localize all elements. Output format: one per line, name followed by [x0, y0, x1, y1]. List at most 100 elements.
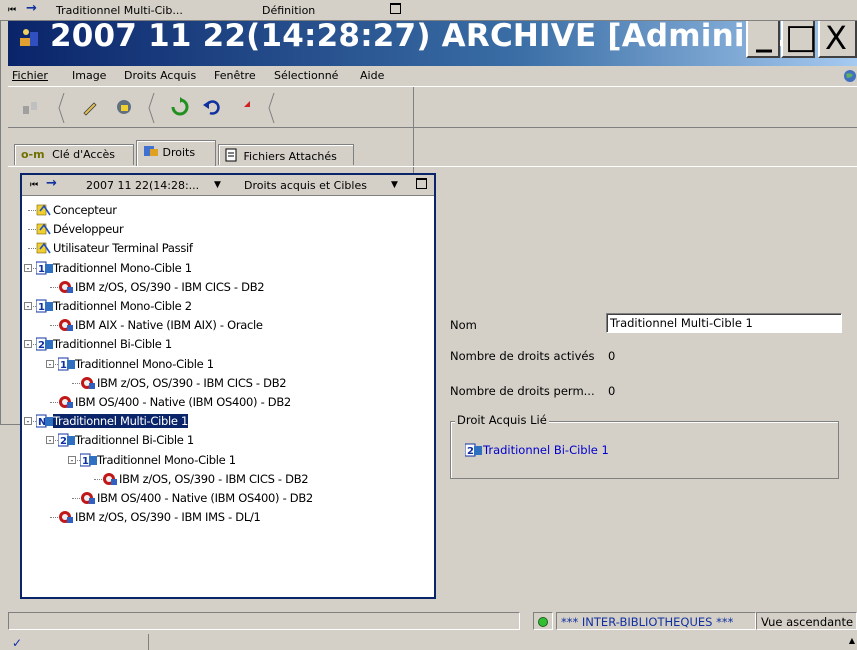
- tree-node-label: Traditionnel Mono-Cible 1: [53, 260, 192, 275]
- maximize-panel-icon[interactable]: [390, 3, 401, 14]
- right-header-title: Traditionnel Multi-Cib...: [56, 4, 183, 17]
- svg-text:1: 1: [60, 360, 67, 371]
- library-status: *** INTER-BIBLIOTHEQUES ***: [556, 612, 756, 630]
- nom-field[interactable]: Traditionnel Multi-Cible 1: [606, 313, 842, 333]
- tree-connector: [50, 517, 58, 519]
- first-page-icon[interactable]: ⏮: [30, 180, 38, 190]
- import-icon[interactable]: [114, 97, 134, 117]
- chevron-down-icon[interactable]: ▼: [214, 180, 221, 190]
- menu-fichier[interactable]: Fichier: [12, 69, 48, 82]
- tree-node[interactable]: 1 Traditionnel Mono-Cible 2: [35, 297, 192, 315]
- tree-expander[interactable]: -: [46, 359, 54, 368]
- chevron-down-icon[interactable]: ▼: [391, 180, 398, 190]
- tree-expander[interactable]: -: [46, 436, 54, 445]
- target-icon: [58, 280, 74, 294]
- tree-expander[interactable]: -: [24, 263, 32, 272]
- tree-node[interactable]: 1 Traditionnel Mono-Cible 1: [79, 451, 236, 469]
- menu-bar: Fichier Image Droits Acquis Fenêtre Séle…: [8, 66, 857, 86]
- mono-target-icon: 1: [79, 453, 97, 467]
- nav-arrow-icon[interactable]: →: [46, 176, 57, 191]
- view-status: Vue ascendante: [756, 612, 857, 630]
- tree-node[interactable]: 1 Traditionnel Mono-Cible 1: [57, 355, 214, 373]
- toolbar-separator: [58, 93, 65, 123]
- tab-cle-acces[interactable]: o-m Clé d'Accès: [14, 144, 134, 165]
- menu-fenetre[interactable]: Fenêtre: [214, 69, 256, 82]
- svg-text:1: 1: [38, 264, 45, 275]
- tree-node[interactable]: Utilisateur Terminal Passif: [36, 239, 193, 257]
- rights-icon: [144, 146, 158, 156]
- linked-right-link[interactable]: 2 Traditionnel Bi-Cible 1: [465, 443, 609, 457]
- tab-label: Clé d'Accès: [52, 148, 116, 161]
- left-panel-header: ⏮ → 2007 11 22(14:28:... ▼ Droits acquis…: [22, 175, 434, 196]
- tree-connector: [72, 498, 80, 499]
- pencil-icon[interactable]: [80, 97, 100, 117]
- menu-selectionne[interactable]: Sélectionné: [274, 69, 338, 82]
- bottom-strip: ✓ ▲: [8, 634, 857, 650]
- droits-actives-value: 0: [608, 349, 616, 363]
- tree-node[interactable]: Développeur: [36, 220, 124, 238]
- tree-connector: [72, 382, 80, 384]
- tree-connector: [94, 478, 102, 480]
- tree-node[interactable]: Concepteur: [36, 201, 117, 219]
- tree-connector: [50, 286, 58, 288]
- globe-icon: [844, 70, 856, 82]
- mono-target-icon: 1: [57, 357, 75, 371]
- tab-fichiers-attaches[interactable]: Fichiers Attachés: [218, 144, 354, 165]
- mono-target-icon: 1: [35, 261, 53, 275]
- tree-expander[interactable]: -: [24, 340, 32, 349]
- tree-node[interactable]: IBM AIX - Native (IBM AIX) - Oracle: [58, 316, 263, 334]
- unlink-icon[interactable]: [20, 97, 40, 117]
- toolbar-separator: [268, 93, 275, 123]
- tree-node[interactable]: 1 Traditionnel Mono-Cible 1: [35, 259, 192, 277]
- view-dropdown[interactable]: Droits acquis et Cibles: [244, 179, 367, 192]
- connection-status-icon: [538, 617, 548, 627]
- tab-droits[interactable]: Droits: [136, 140, 216, 166]
- status-indicator-cell: [533, 612, 553, 630]
- nav-arrow-icon[interactable]: →: [26, 1, 37, 16]
- close-button[interactable]: X: [818, 17, 857, 58]
- tree-connector: [50, 402, 58, 403]
- right-panel-header: ⏮ → Traditionnel Multi-Cib... Définition: [0, 0, 857, 21]
- bi-target-icon: 2: [57, 433, 75, 447]
- tree-node[interactable]: IBM z/OS, OS/390 - IBM CICS - DB2: [58, 278, 265, 296]
- menu-aide[interactable]: Aide: [360, 69, 384, 82]
- group-title: Droit Acquis Lié: [455, 413, 549, 427]
- tab-definition[interactable]: Définition: [262, 4, 315, 17]
- target-icon: [80, 376, 96, 390]
- refresh-icon[interactable]: [170, 97, 190, 117]
- rights-tree-panel: ⏮ → 2007 11 22(14:28:... ▼ Droits acquis…: [20, 173, 436, 599]
- tree-node-label: IBM z/OS, OS/390 - IBM IMS - DL/1: [75, 510, 261, 525]
- mono-target-icon: 1: [35, 299, 53, 313]
- first-page-icon[interactable]: ⏮: [8, 5, 16, 15]
- menu-image[interactable]: Image: [72, 69, 106, 82]
- undo-icon[interactable]: [202, 97, 222, 117]
- status-cell-bottom: [34, 634, 149, 650]
- maximize-panel-icon[interactable]: [416, 178, 427, 189]
- toolbar-separator: [148, 93, 155, 123]
- menu-droits-acquis[interactable]: Droits Acquis: [124, 69, 196, 82]
- minimize-button[interactable]: _: [746, 15, 780, 58]
- tree-expander[interactable]: -: [24, 417, 32, 426]
- tree-node[interactable]: 2 Traditionnel Bi-Cible 1: [57, 431, 194, 449]
- tree-node[interactable]: IBM z/OS, OS/390 - IBM IMS - DL/1: [58, 508, 261, 526]
- scroll-up-icon[interactable]: ▲: [849, 636, 855, 645]
- tree-expander[interactable]: -: [68, 455, 76, 464]
- tree-node[interactable]: N Traditionnel Multi-Cible 1: [35, 412, 190, 430]
- tree-node[interactable]: IBM z/OS, OS/390 - IBM CICS - DB2: [102, 470, 309, 488]
- tree-node[interactable]: 2 Traditionnel Bi-Cible 1: [35, 335, 172, 353]
- bi-target-icon: 2: [465, 443, 482, 457]
- close-icon: X: [825, 19, 847, 57]
- tree-node[interactable]: IBM OS/400 - Native (IBM OS400) - DB2: [58, 393, 291, 411]
- tree-connector: [50, 325, 58, 327]
- droits-perm-label: Nombre de droits perm...: [450, 384, 595, 398]
- tree-node[interactable]: IBM z/OS, OS/390 - IBM CICS - DB2: [80, 374, 287, 392]
- tree-connector: [28, 229, 36, 231]
- tree-node[interactable]: IBM OS/400 - Native (IBM OS400) - DB2: [80, 489, 313, 507]
- maximize-button[interactable]: □: [781, 17, 817, 58]
- tree-node-label: IBM OS/400 - Native (IBM OS400) - DB2: [75, 395, 291, 409]
- window-title: 2007 11 22(14:28:27) ARCHIVE [Adminis...: [50, 18, 800, 54]
- tree-expander[interactable]: -: [24, 302, 32, 311]
- nom-label: Nom: [450, 318, 477, 332]
- key-icon: o-m: [21, 148, 45, 161]
- pin-icon[interactable]: [234, 97, 254, 117]
